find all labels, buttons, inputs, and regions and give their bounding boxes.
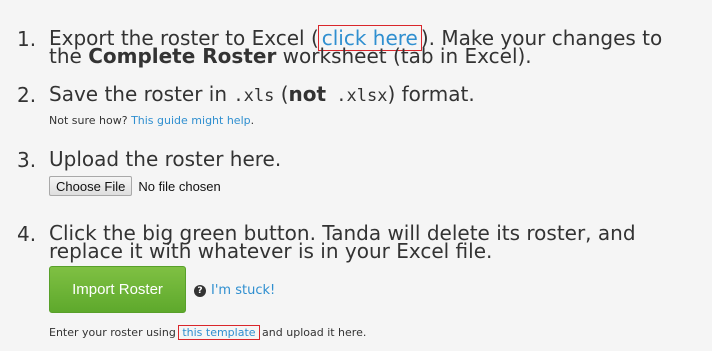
choose-file-button[interactable]: Choose File <box>49 176 133 196</box>
footer-suffix: and upload it here. <box>258 326 367 339</box>
step-number: 3. <box>17 148 37 172</box>
guide-link[interactable]: This guide might help <box>131 114 251 127</box>
not-bold: not <box>288 82 327 106</box>
step-2-prefix: Save the roster in <box>49 82 234 106</box>
help-prefix: Not sure how? <box>49 114 132 127</box>
stuck-help[interactable]: ? I'm stuck! <box>194 283 275 298</box>
step-2-suffix: ) format. <box>387 82 475 106</box>
template-link[interactable]: this template <box>178 325 260 340</box>
step-number: 1. <box>17 27 37 51</box>
step-number: 4. <box>17 222 37 246</box>
import-roster-button[interactable]: Import Roster <box>49 266 186 313</box>
step-1-line-2: the Complete Roster worksheet (tab in Ex… <box>49 44 532 68</box>
question-icon: ? <box>194 284 206 297</box>
footer-line: Enter your roster using this template an… <box>49 325 367 340</box>
step-2-text: Save the roster in .xls (not .xlsx) form… <box>49 82 475 106</box>
help-suffix: . <box>250 114 255 127</box>
file-status: No file chosen <box>138 178 221 194</box>
help-line: Not sure how? This guide might help. <box>49 114 254 127</box>
xlsx-code: .xlsx <box>326 86 388 106</box>
xls-code: .xls <box>233 86 275 106</box>
step-number: 2. <box>17 83 37 107</box>
step-1-line2-suffix: worksheet (tab in Excel). <box>276 44 532 68</box>
step-3-text: Upload the roster here. <box>49 147 282 171</box>
step-1-line2-prefix: the <box>49 44 89 68</box>
complete-roster-bold: Complete Roster <box>88 44 277 68</box>
footer-prefix: Enter your roster using <box>49 326 180 339</box>
step-2-mid: ( <box>274 82 289 106</box>
file-upload: Choose File No file chosen <box>49 176 221 196</box>
im-stuck-link[interactable]: I'm stuck! <box>211 283 275 298</box>
step-4-line-2: replace it with whatever is in your Exce… <box>49 239 493 263</box>
